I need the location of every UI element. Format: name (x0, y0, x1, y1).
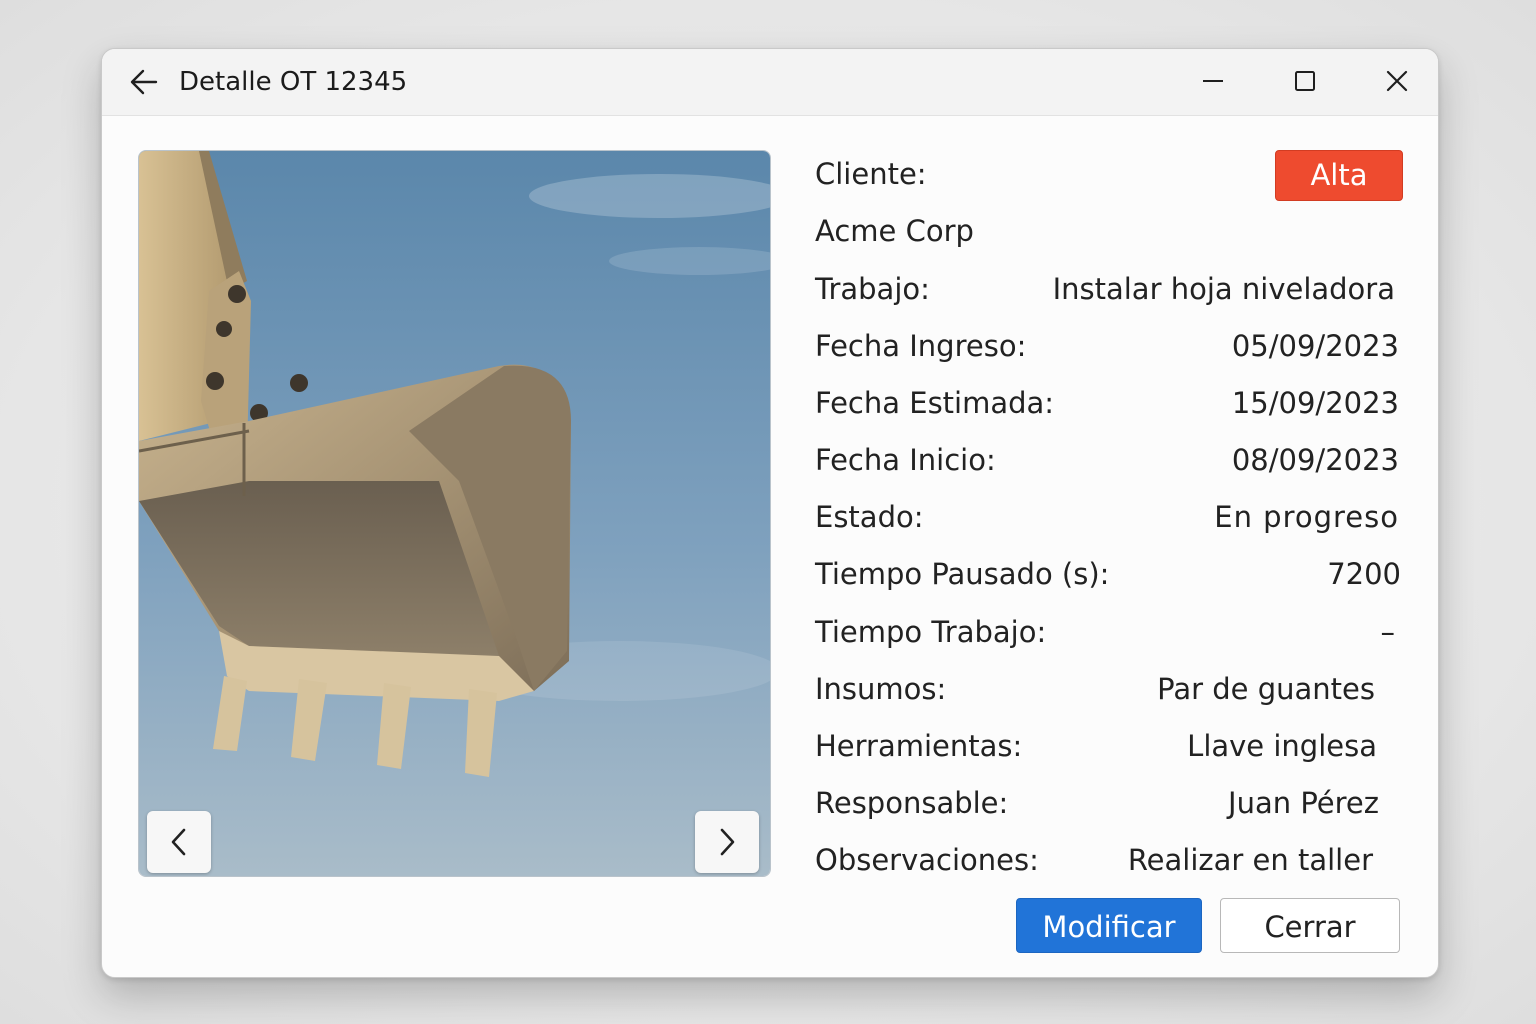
detail-row-observaciones: Observaciones: Realizar en taller (815, 835, 1405, 885)
chevron-right-icon (720, 828, 735, 856)
detail-label: Herramientas: (815, 729, 1023, 763)
arrow-left-icon (130, 69, 158, 95)
detail-value: Par de guantes (1157, 672, 1375, 706)
detail-row-fecha-inicio: Fecha Inicio: 08/09/2023 (815, 435, 1405, 485)
desktop-background: Detalle OT 12345 Alta Cliente: Acme Corp… (0, 0, 1536, 1024)
detail-value: Realizar en taller (1127, 843, 1373, 877)
detail-label: Insumos: (815, 672, 947, 706)
next-image-button[interactable] (695, 811, 759, 873)
priority-badge: Alta (1275, 150, 1403, 201)
detail-label: Responsable: (815, 786, 1009, 820)
detail-label: Fecha Inicio: (815, 443, 996, 477)
detail-label: Tiempo Trabajo: (815, 615, 1047, 649)
detail-row-tiempo-pausado: Tiempo Pausado (s): 7200 (815, 549, 1405, 599)
detail-label: Estado: (815, 500, 924, 534)
chevron-left-icon (171, 828, 186, 856)
work-order-photo (138, 150, 771, 877)
detail-label: Fecha Ingreso: (815, 329, 1027, 363)
title-bar: Detalle OT 12345 (102, 49, 1438, 116)
detail-row-estado: Estado: En progreso (815, 492, 1405, 542)
maximize-button[interactable] (1282, 61, 1328, 101)
minimize-icon (1203, 80, 1223, 82)
detail-row-trabajo: Trabajo: Instalar hoja niveladora (815, 264, 1405, 314)
modify-button[interactable]: Modificar (1016, 898, 1202, 953)
detail-value: 15/09/2023 (1231, 386, 1399, 420)
detail-value: 05/09/2023 (1231, 329, 1399, 363)
detail-row-tiempo-trabajo: Tiempo Trabajo: – (815, 607, 1405, 657)
work-order-detail-window: Detalle OT 12345 Alta Cliente: Acme Corp… (101, 48, 1439, 978)
client-value: Acme Corp (815, 214, 974, 248)
maximize-icon (1295, 71, 1315, 91)
previous-image-button[interactable] (147, 811, 211, 873)
close-window-button[interactable] (1374, 61, 1420, 101)
client-label: Cliente: (815, 157, 927, 191)
detail-row-fecha-estimada: Fecha Estimada: 15/09/2023 (815, 378, 1405, 428)
detail-value: – (1380, 615, 1396, 649)
close-icon (1386, 70, 1408, 92)
excavator-bucket-image (139, 151, 770, 876)
detail-row-fecha-ingreso: Fecha Ingreso: 05/09/2023 (815, 321, 1405, 371)
detail-row-insumos: Insumos: Par de guantes (815, 664, 1405, 714)
detail-value: 08/09/2023 (1231, 443, 1399, 477)
close-button[interactable]: Cerrar (1220, 898, 1400, 953)
detail-value: 7200 (1327, 557, 1401, 591)
back-button[interactable] (124, 64, 164, 100)
detail-value: Juan Pérez (1228, 786, 1379, 820)
detail-value: Instalar hoja niveladora (1052, 272, 1395, 306)
detail-label: Observaciones: (815, 843, 1039, 877)
window-title: Detalle OT 12345 (179, 67, 408, 97)
detail-label: Trabajo: (815, 272, 930, 306)
detail-label: Tiempo Pausado (s): (815, 557, 1110, 591)
minimize-button[interactable] (1190, 61, 1236, 101)
detail-value: Llave inglesa (1187, 729, 1377, 763)
detail-label: Fecha Estimada: (815, 386, 1055, 420)
detail-row-responsable: Responsable: Juan Pérez (815, 778, 1405, 828)
status-value: En progreso (1214, 500, 1399, 534)
detail-row-herramientas: Herramientas: Llave inglesa (815, 721, 1405, 771)
